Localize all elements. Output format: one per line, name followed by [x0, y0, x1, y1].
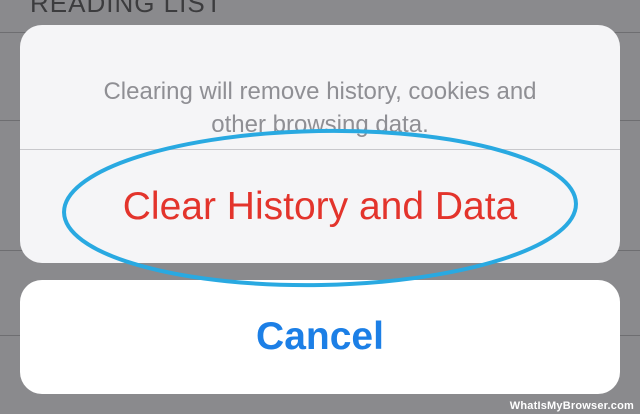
action-sheet-message: Clearing will remove history, cookies an…: [20, 75, 620, 141]
reading-list-heading: READING LIST: [30, 0, 223, 18]
message-line-2: other browsing data.: [211, 111, 429, 138]
cancel-button[interactable]: Cancel: [20, 280, 620, 394]
message-line-1: Clearing will remove history, cookies an…: [103, 78, 537, 105]
action-sheet: Clearing will remove history, cookies an…: [20, 25, 620, 263]
clear-history-and-data-button[interactable]: Clear History and Data: [20, 150, 620, 263]
watermark-text: WhatIsMyBrowser.com: [509, 400, 634, 412]
